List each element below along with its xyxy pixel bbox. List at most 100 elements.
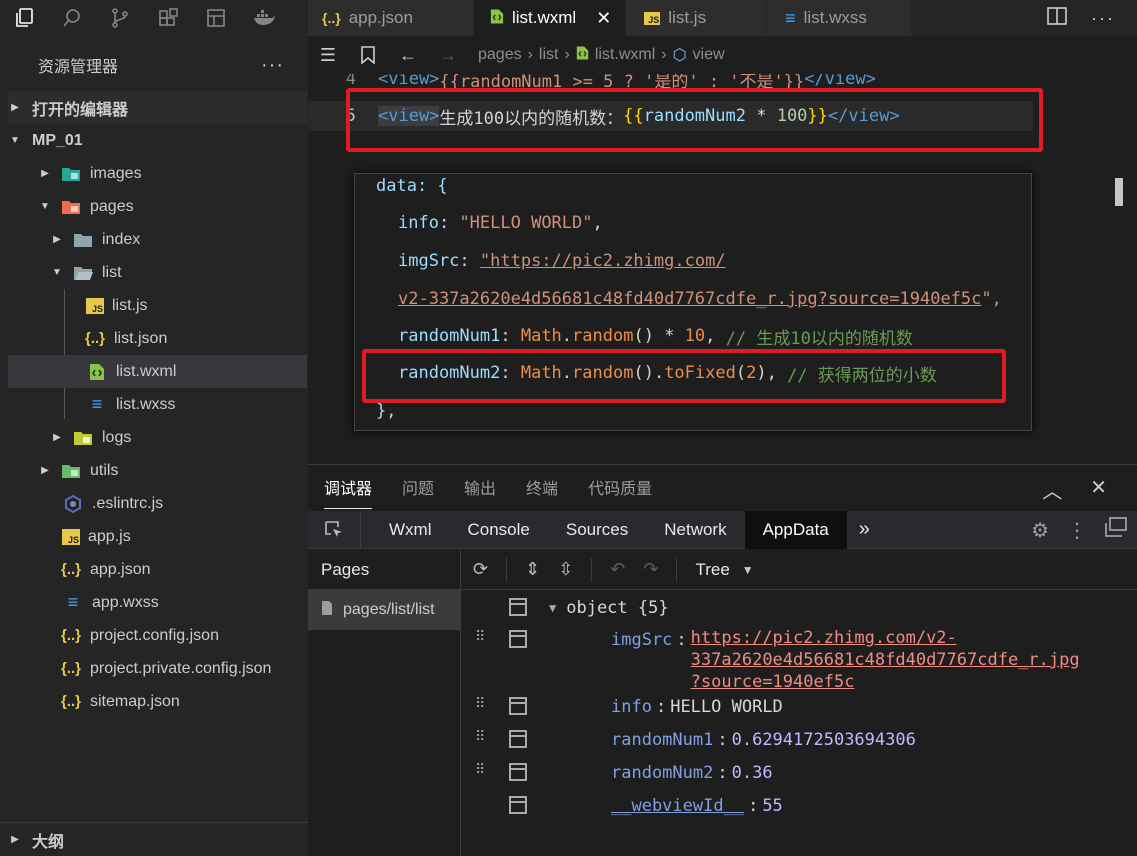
tree-item-app-wxss[interactable]: ≡ app.wxss — [8, 586, 307, 619]
tab-list-wxss[interactable]: ≡ list.wxss — [767, 0, 912, 36]
breadcrumb-file[interactable]: list.wxml — [595, 46, 655, 64]
data-value[interactable]: HELLO WORLD — [670, 697, 783, 717]
tab-output[interactable]: 输出 — [449, 465, 511, 509]
data-row-webviewid[interactable]: __webviewId__ : 55 — [461, 796, 1137, 816]
collapse-all-icon[interactable]: ⇳ — [558, 559, 573, 580]
docker-icon[interactable] — [240, 0, 288, 36]
tree-item-utils[interactable]: ▶ utils — [8, 454, 307, 487]
edit-box-icon[interactable] — [509, 598, 527, 616]
tab-problems[interactable]: 问题 — [387, 465, 449, 509]
devtab-sources[interactable]: Sources — [548, 511, 646, 549]
tree-item-label: list.json — [114, 329, 168, 347]
tree-item-project-private-config[interactable]: {..} project.private.config.json — [8, 652, 307, 685]
more-actions-icon[interactable]: ··· — [261, 55, 284, 75]
data-row-imgsrc[interactable]: ⠿ imgSrc : https://pic2.zhimg.com/v2- 33… — [461, 627, 1137, 693]
gear-icon[interactable]: ⚙ — [1031, 518, 1049, 543]
tab-debugger[interactable]: 调试器 — [324, 465, 373, 509]
undo-icon[interactable]: ↶ — [610, 559, 625, 580]
code-editor[interactable]: 4 <view> {{randomNum1 >= 5 ? '是的' : '不是'}… — [308, 74, 1137, 464]
layout-icon[interactable] — [192, 0, 240, 36]
breadcrumb-list[interactable]: list — [539, 46, 559, 64]
extensions-icon[interactable] — [144, 0, 192, 36]
json-file-icon: {..} — [60, 627, 81, 644]
tree-item-list-wxml[interactable]: list.wxml — [8, 355, 307, 388]
devtab-appdata[interactable]: AppData — [744, 510, 847, 549]
tab-terminal[interactable]: 终端 — [511, 465, 573, 509]
code-link[interactable]: "https://pic2.zhimg.com/ — [480, 251, 726, 271]
tree-item-list-wxss[interactable]: ≡ list.wxss — [8, 388, 307, 421]
inspect-icon[interactable] — [308, 510, 361, 549]
tree-item-app-json[interactable]: {..} app.json — [8, 553, 307, 586]
data-key: __webviewId__ — [611, 796, 745, 816]
folder-icon — [72, 231, 94, 249]
data-row-randomnum2[interactable]: ⠿ randomNum2 : 0.36 — [461, 763, 1137, 783]
more-actions-icon[interactable]: ··· — [1091, 8, 1115, 29]
edit-box-icon[interactable] — [509, 763, 527, 781]
code-link[interactable]: v2-337a2620e4d56681c48fd40d7767cdfe_r.jp… — [398, 289, 981, 309]
project-section[interactable]: ▼ MP_01 — [8, 124, 307, 157]
data-row-info[interactable]: ⠿ info : HELLO WORLD — [461, 697, 1137, 717]
json-file-icon: {..} — [322, 10, 341, 26]
undock-icon[interactable] — [1105, 517, 1127, 543]
drag-handle-icon[interactable]: ⠿ — [475, 630, 491, 644]
breadcrumb-view[interactable]: view — [693, 46, 725, 64]
data-value[interactable]: 0.6294172503694306 — [732, 730, 916, 750]
expand-all-icon[interactable]: ⇕ — [525, 559, 540, 580]
refresh-icon[interactable]: ⟳ — [473, 559, 488, 580]
close-icon[interactable]: ✕ — [1090, 475, 1107, 504]
edit-box-icon[interactable] — [509, 697, 527, 715]
kebab-menu-icon[interactable]: ⋮ — [1067, 518, 1087, 543]
tab-code-quality[interactable]: 代码质量 — [573, 465, 667, 509]
devtab-network[interactable]: Network — [646, 511, 744, 549]
split-editor-icon[interactable] — [1047, 6, 1067, 30]
close-icon[interactable]: ✕ — [596, 8, 611, 29]
data-value[interactable]: 55 — [762, 796, 782, 816]
outline-section[interactable]: ▶ 大纲 — [0, 822, 308, 856]
tree-item-app-js[interactable]: JS app.js — [8, 520, 307, 553]
bookmark-icon[interactable] — [348, 46, 388, 64]
data-row-randomnum1[interactable]: ⠿ randomNum1 : 0.6294172503694306 — [461, 730, 1137, 750]
tab-app-json[interactable]: {..} app.json — [308, 0, 474, 36]
devtab-console[interactable]: Console — [449, 511, 547, 549]
edit-box-icon[interactable] — [509, 630, 527, 648]
more-tabs-icon[interactable]: » — [847, 511, 882, 549]
tree-item-pages[interactable]: ▼ pages — [8, 190, 307, 223]
chevron-right-icon: › — [564, 46, 570, 63]
drag-handle-icon[interactable]: ⠿ — [475, 730, 491, 744]
tree-item-list-json[interactable]: {..} list.json — [8, 322, 307, 355]
tab-list-js[interactable]: JS list.js — [626, 0, 768, 36]
tree-item-list[interactable]: ▼ list — [8, 256, 307, 289]
data-value-link[interactable]: https://pic2.zhimg.com/v2- 337a2620e4d56… — [691, 627, 1080, 693]
redo-icon[interactable]: ↷ — [643, 559, 658, 580]
chevron-up-icon[interactable]: ︿ — [1042, 475, 1062, 504]
data-root[interactable]: ▼ object {5} — [461, 598, 1137, 618]
tree-item-list-js[interactable]: JS list.js — [8, 289, 307, 322]
drag-handle-icon[interactable]: ⠿ — [475, 697, 491, 711]
tree-mode-select[interactable]: Tree — [695, 560, 729, 580]
tree-item-sitemap[interactable]: {..} sitemap.json — [8, 685, 307, 718]
dropdown-icon[interactable]: ▼ — [742, 563, 754, 577]
list-icon[interactable]: ☰ — [308, 45, 348, 66]
back-arrow-icon[interactable]: ← — [388, 45, 428, 66]
tab-list-wxml[interactable]: list.wxml ✕ — [473, 0, 627, 36]
tree-item-project-config[interactable]: {..} project.config.json — [8, 619, 307, 652]
edit-box-icon[interactable] — [509, 730, 527, 748]
tree-item-images[interactable]: ▶ images — [8, 157, 307, 190]
breadcrumb-pages[interactable]: pages — [478, 46, 522, 64]
source-control-icon[interactable] — [96, 0, 144, 36]
drag-handle-icon[interactable]: ⠿ — [475, 763, 491, 777]
tree-item-index[interactable]: ▶ index — [8, 223, 307, 256]
page-item[interactable]: pages/list/list — [308, 590, 460, 630]
tab-label: list.js — [668, 8, 707, 27]
devtab-wxml[interactable]: Wxml — [361, 511, 449, 549]
forward-arrow-icon[interactable]: → — [428, 45, 468, 66]
data-value[interactable]: 0.36 — [732, 763, 773, 783]
json-file-icon: {..} — [60, 693, 81, 710]
tree-item-logs[interactable]: ▶ logs — [8, 421, 307, 454]
explorer-icon[interactable] — [0, 0, 48, 36]
edit-box-icon[interactable] — [509, 796, 527, 814]
chevron-down-icon[interactable]: ▼ — [549, 601, 556, 615]
search-icon[interactable] — [48, 0, 96, 36]
tree-item-eslintrc[interactable]: .eslintrc.js — [8, 487, 307, 520]
open-editors-section[interactable]: ▶ 打开的编辑器 — [8, 91, 307, 124]
